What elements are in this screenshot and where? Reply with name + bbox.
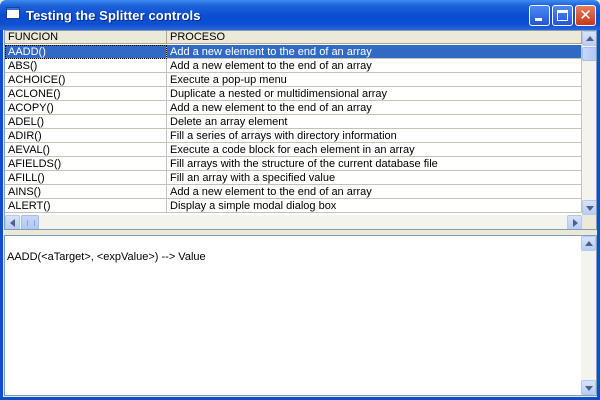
grid-header: FUNCION PROCESO	[5, 31, 582, 45]
vertical-scroll-thumb[interactable]	[582, 47, 596, 61]
table-row[interactable]: AFIELDS() Fill arrays with the structure …	[5, 157, 582, 171]
scroll-down-button[interactable]	[582, 200, 596, 215]
cell-proceso[interactable]: Add a new element to the end of an array	[167, 185, 582, 199]
horizontal-scroll-thumb[interactable]	[21, 215, 39, 229]
table-row[interactable]: ACHOICE() Execute a pop-up menu	[5, 73, 582, 87]
cell-funcion[interactable]: AEVAL()	[5, 143, 167, 157]
scroll-down-arrow-icon	[585, 386, 593, 391]
scroll-down-arrow-icon	[586, 206, 594, 211]
cell-proceso[interactable]: Fill a series of arrays with directory i…	[167, 129, 582, 143]
scrollbar-corner	[582, 215, 596, 229]
title-bar[interactable]: Testing the Splitter controls ✕	[0, 0, 600, 30]
memo-scroll-up-button[interactable]	[581, 236, 596, 251]
table-row[interactable]: AEVAL() Execute a code block for each ele…	[5, 143, 582, 157]
table-row[interactable]: ADEL() Delete an array element	[5, 115, 582, 129]
cell-funcion[interactable]: ADIR()	[5, 129, 167, 143]
table-row[interactable]: ADIR() Fill a series of arrays with direc…	[5, 129, 582, 143]
scroll-left-arrow-icon	[10, 219, 15, 227]
scroll-left-button[interactable]	[5, 215, 20, 229]
maximize-icon	[557, 10, 568, 21]
cell-proceso[interactable]: Delete an array element	[167, 115, 582, 129]
close-icon: ✕	[579, 6, 592, 24]
cell-funcion[interactable]: ACOPY()	[5, 101, 167, 115]
scroll-up-button[interactable]	[582, 31, 596, 46]
maximize-button[interactable]	[552, 5, 573, 26]
minimize-icon	[535, 18, 542, 21]
cell-funcion[interactable]: AINS()	[5, 185, 167, 199]
cell-funcion[interactable]: ADEL()	[5, 115, 167, 129]
table-row[interactable]: AADD() Add a new element to the end of an…	[5, 45, 582, 59]
grid-horizontal-scrollbar[interactable]	[5, 215, 582, 229]
scroll-up-arrow-icon	[586, 36, 594, 41]
cell-proceso[interactable]: Add a new element to the end of an array	[167, 101, 582, 115]
syntax-memo[interactable]: AADD(<aTarget>, <expValue>) --> Value	[4, 235, 597, 396]
cell-funcion[interactable]: AFIELDS()	[5, 157, 167, 171]
functions-grid[interactable]: FUNCION PROCESO AADD() Add a new element …	[4, 30, 597, 230]
cell-proceso[interactable]: Add a new element to the end of an array	[167, 45, 582, 59]
cell-proceso[interactable]: Fill arrays with the structure of the cu…	[167, 157, 582, 171]
cell-proceso[interactable]: Duplicate a nested or multidimensional a…	[167, 87, 582, 101]
cell-proceso[interactable]: Add a new element to the end of an array	[167, 59, 582, 73]
thumb-grip	[27, 220, 35, 226]
cell-proceso[interactable]: Execute a pop-up menu	[167, 73, 582, 87]
window-frame: FUNCION PROCESO AADD() Add a new element …	[0, 30, 600, 400]
table-row[interactable]: ALERT() Display a simple modal dialog box	[5, 199, 582, 213]
table-row[interactable]: ABS() Add a new element to the end of an …	[5, 59, 582, 73]
scroll-right-arrow-icon	[573, 219, 578, 227]
app-icon[interactable]	[6, 7, 20, 19]
table-row[interactable]: AINS() Add a new element to the end of an…	[5, 185, 582, 199]
grid-vertical-scrollbar[interactable]	[582, 31, 596, 215]
scroll-up-arrow-icon	[585, 241, 593, 246]
table-row[interactable]: ACOPY() Add a new element to the end of a…	[5, 101, 582, 115]
memo-text[interactable]: AADD(<aTarget>, <expValue>) --> Value	[7, 251, 206, 263]
minimize-button[interactable]	[529, 5, 550, 26]
cell-funcion[interactable]: ACLONE()	[5, 87, 167, 101]
cell-funcion[interactable]: ACHOICE()	[5, 73, 167, 87]
scroll-right-button[interactable]	[567, 215, 582, 229]
table-row[interactable]: AFILL() Fill an array with a specified va…	[5, 171, 582, 185]
cell-funcion[interactable]: AFILL()	[5, 171, 167, 185]
close-button[interactable]: ✕	[575, 5, 596, 26]
column-header-proceso[interactable]: PROCESO	[167, 31, 582, 44]
cell-funcion[interactable]: ALERT()	[5, 199, 167, 213]
table-row[interactable]: ACLONE() Duplicate a nested or multidimen…	[5, 87, 582, 101]
memo-scroll-down-button[interactable]	[581, 380, 596, 395]
cell-proceso[interactable]: Fill an array with a specified value	[167, 171, 582, 185]
memo-vertical-scrollbar[interactable]	[581, 236, 596, 395]
cell-funcion[interactable]: AADD()	[5, 45, 167, 59]
cell-proceso[interactable]: Display a simple modal dialog box	[167, 199, 582, 213]
cell-proceso[interactable]: Execute a code block for each element in…	[167, 143, 582, 157]
window-client-area: FUNCION PROCESO AADD() Add a new element …	[3, 30, 597, 397]
column-header-funcion[interactable]: FUNCION	[5, 31, 167, 44]
cell-funcion[interactable]: ABS()	[5, 59, 167, 73]
window-title: Testing the Splitter controls	[26, 8, 201, 23]
